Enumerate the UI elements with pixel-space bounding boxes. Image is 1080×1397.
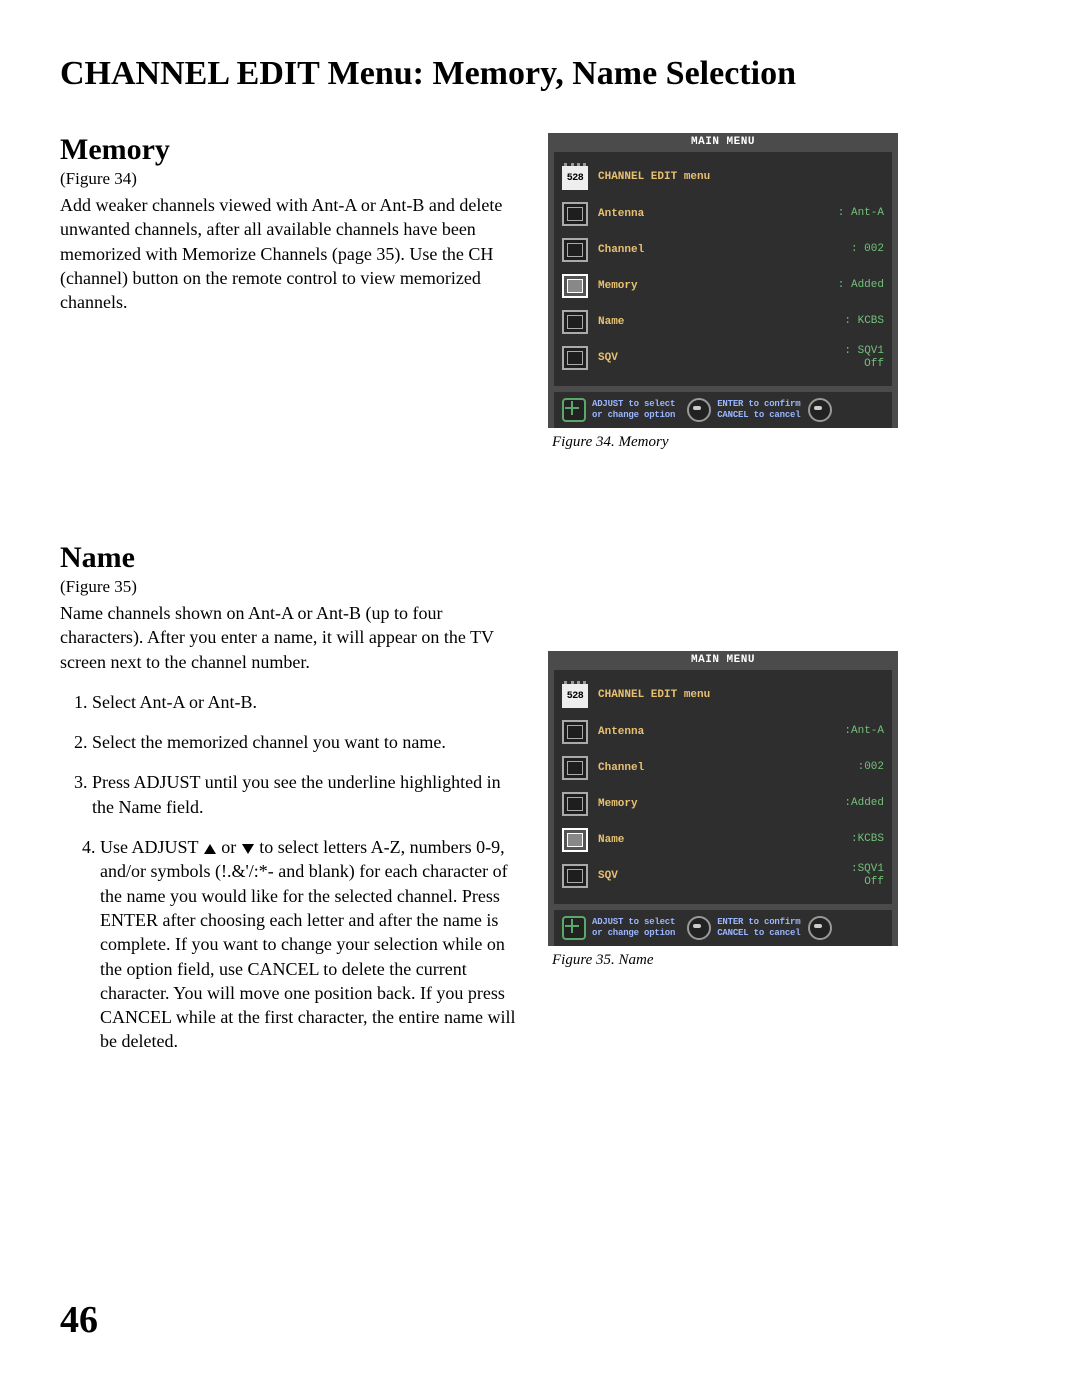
arrow-up-icon <box>204 844 216 854</box>
sqv-label: SQV <box>598 352 834 364</box>
enter-button-icon <box>687 916 711 940</box>
step-1: Select Ant-A or Ant-B. <box>92 690 520 714</box>
memory-body: Add weaker channels viewed with Ant-A or… <box>60 193 520 314</box>
osd-submenu-title: CHANNEL EDIT menu <box>598 686 710 707</box>
sqv-value: : SQV1 Off <box>844 345 884 371</box>
enter-button-icon <box>687 398 711 422</box>
figure-34-caption: Figure 34. Memory <box>552 434 918 451</box>
memory-label: Memory <box>598 280 828 292</box>
cancel-button-icon <box>808 398 832 422</box>
footer-adjust-line1: ADJUST to select <box>592 917 675 928</box>
cancel-button-icon <box>808 916 832 940</box>
square-icon <box>562 720 588 744</box>
sqv-value: :SQV1 Off <box>851 863 884 889</box>
name-value: :KCBS <box>851 833 884 846</box>
footer-cancel: CANCEL to cancel <box>717 410 800 421</box>
square-icon <box>562 238 588 262</box>
name-body: Name channels shown on Ant-A or Ant-B (u… <box>60 601 520 674</box>
footer-adjust-line2: or change option <box>592 410 675 421</box>
step-4: Use ADJUST or to select letters A-Z, num… <box>100 835 520 1054</box>
name-label: Name <box>598 316 834 328</box>
osd-submenu-title: CHANNEL EDIT menu <box>598 168 710 189</box>
square-icon <box>562 756 588 780</box>
adjust-icon <box>562 398 586 422</box>
memory-figref: (Figure 34) <box>60 169 520 189</box>
channel-value: :002 <box>858 761 884 774</box>
antenna-value: : Ant-A <box>838 207 884 220</box>
square-icon <box>562 274 588 298</box>
footer-enter: ENTER to confirm <box>717 399 800 410</box>
osd-main-title: MAIN MENU <box>548 651 898 670</box>
channel-528-icon: 528 <box>562 166 588 190</box>
step-3: Press ADJUST until you see the underline… <box>92 770 520 819</box>
square-icon <box>562 310 588 334</box>
page-number: 46 <box>60 1298 98 1342</box>
name-value: : KCBS <box>844 315 884 328</box>
sqv-label: SQV <box>598 870 841 882</box>
arrow-down-icon <box>242 844 254 854</box>
antenna-label: Antenna <box>598 726 834 738</box>
square-icon <box>562 202 588 226</box>
memory-value: :Added <box>844 797 884 810</box>
memory-label: Memory <box>598 798 834 810</box>
footer-adjust-line1: ADJUST to select <box>592 399 675 410</box>
antenna-value: :Ant-A <box>844 725 884 738</box>
memory-value: : Added <box>838 279 884 292</box>
memory-heading: Memory <box>60 133 520 167</box>
footer-enter: ENTER to confirm <box>717 917 800 928</box>
footer-cancel: CANCEL to cancel <box>717 928 800 939</box>
channel-label: Channel <box>598 244 841 256</box>
channel-label: Channel <box>598 762 848 774</box>
footer-adjust-line2: or change option <box>592 928 675 939</box>
figure-35-caption: Figure 35. Name <box>552 952 918 969</box>
page-title: CHANNEL EDIT Menu: Memory, Name Selectio… <box>60 55 1020 93</box>
figure-34-osd: MAIN MENU 528 CHANNEL EDIT menu Antenna … <box>548 133 898 428</box>
square-icon <box>562 346 588 370</box>
osd-main-title: MAIN MENU <box>548 133 898 152</box>
antenna-label: Antenna <box>598 208 828 220</box>
square-icon <box>562 792 588 816</box>
channel-value: : 002 <box>851 243 884 256</box>
step-2: Select the memorized channel you want to… <box>92 730 520 754</box>
adjust-icon <box>562 916 586 940</box>
name-heading: Name <box>60 541 520 575</box>
name-label: Name <box>598 834 841 846</box>
figure-35-osd: MAIN MENU 528 CHANNEL EDIT menu Antenna … <box>548 651 898 946</box>
name-figref: (Figure 35) <box>60 577 520 597</box>
square-icon <box>562 864 588 888</box>
channel-528-icon: 528 <box>562 684 588 708</box>
square-icon <box>562 828 588 852</box>
